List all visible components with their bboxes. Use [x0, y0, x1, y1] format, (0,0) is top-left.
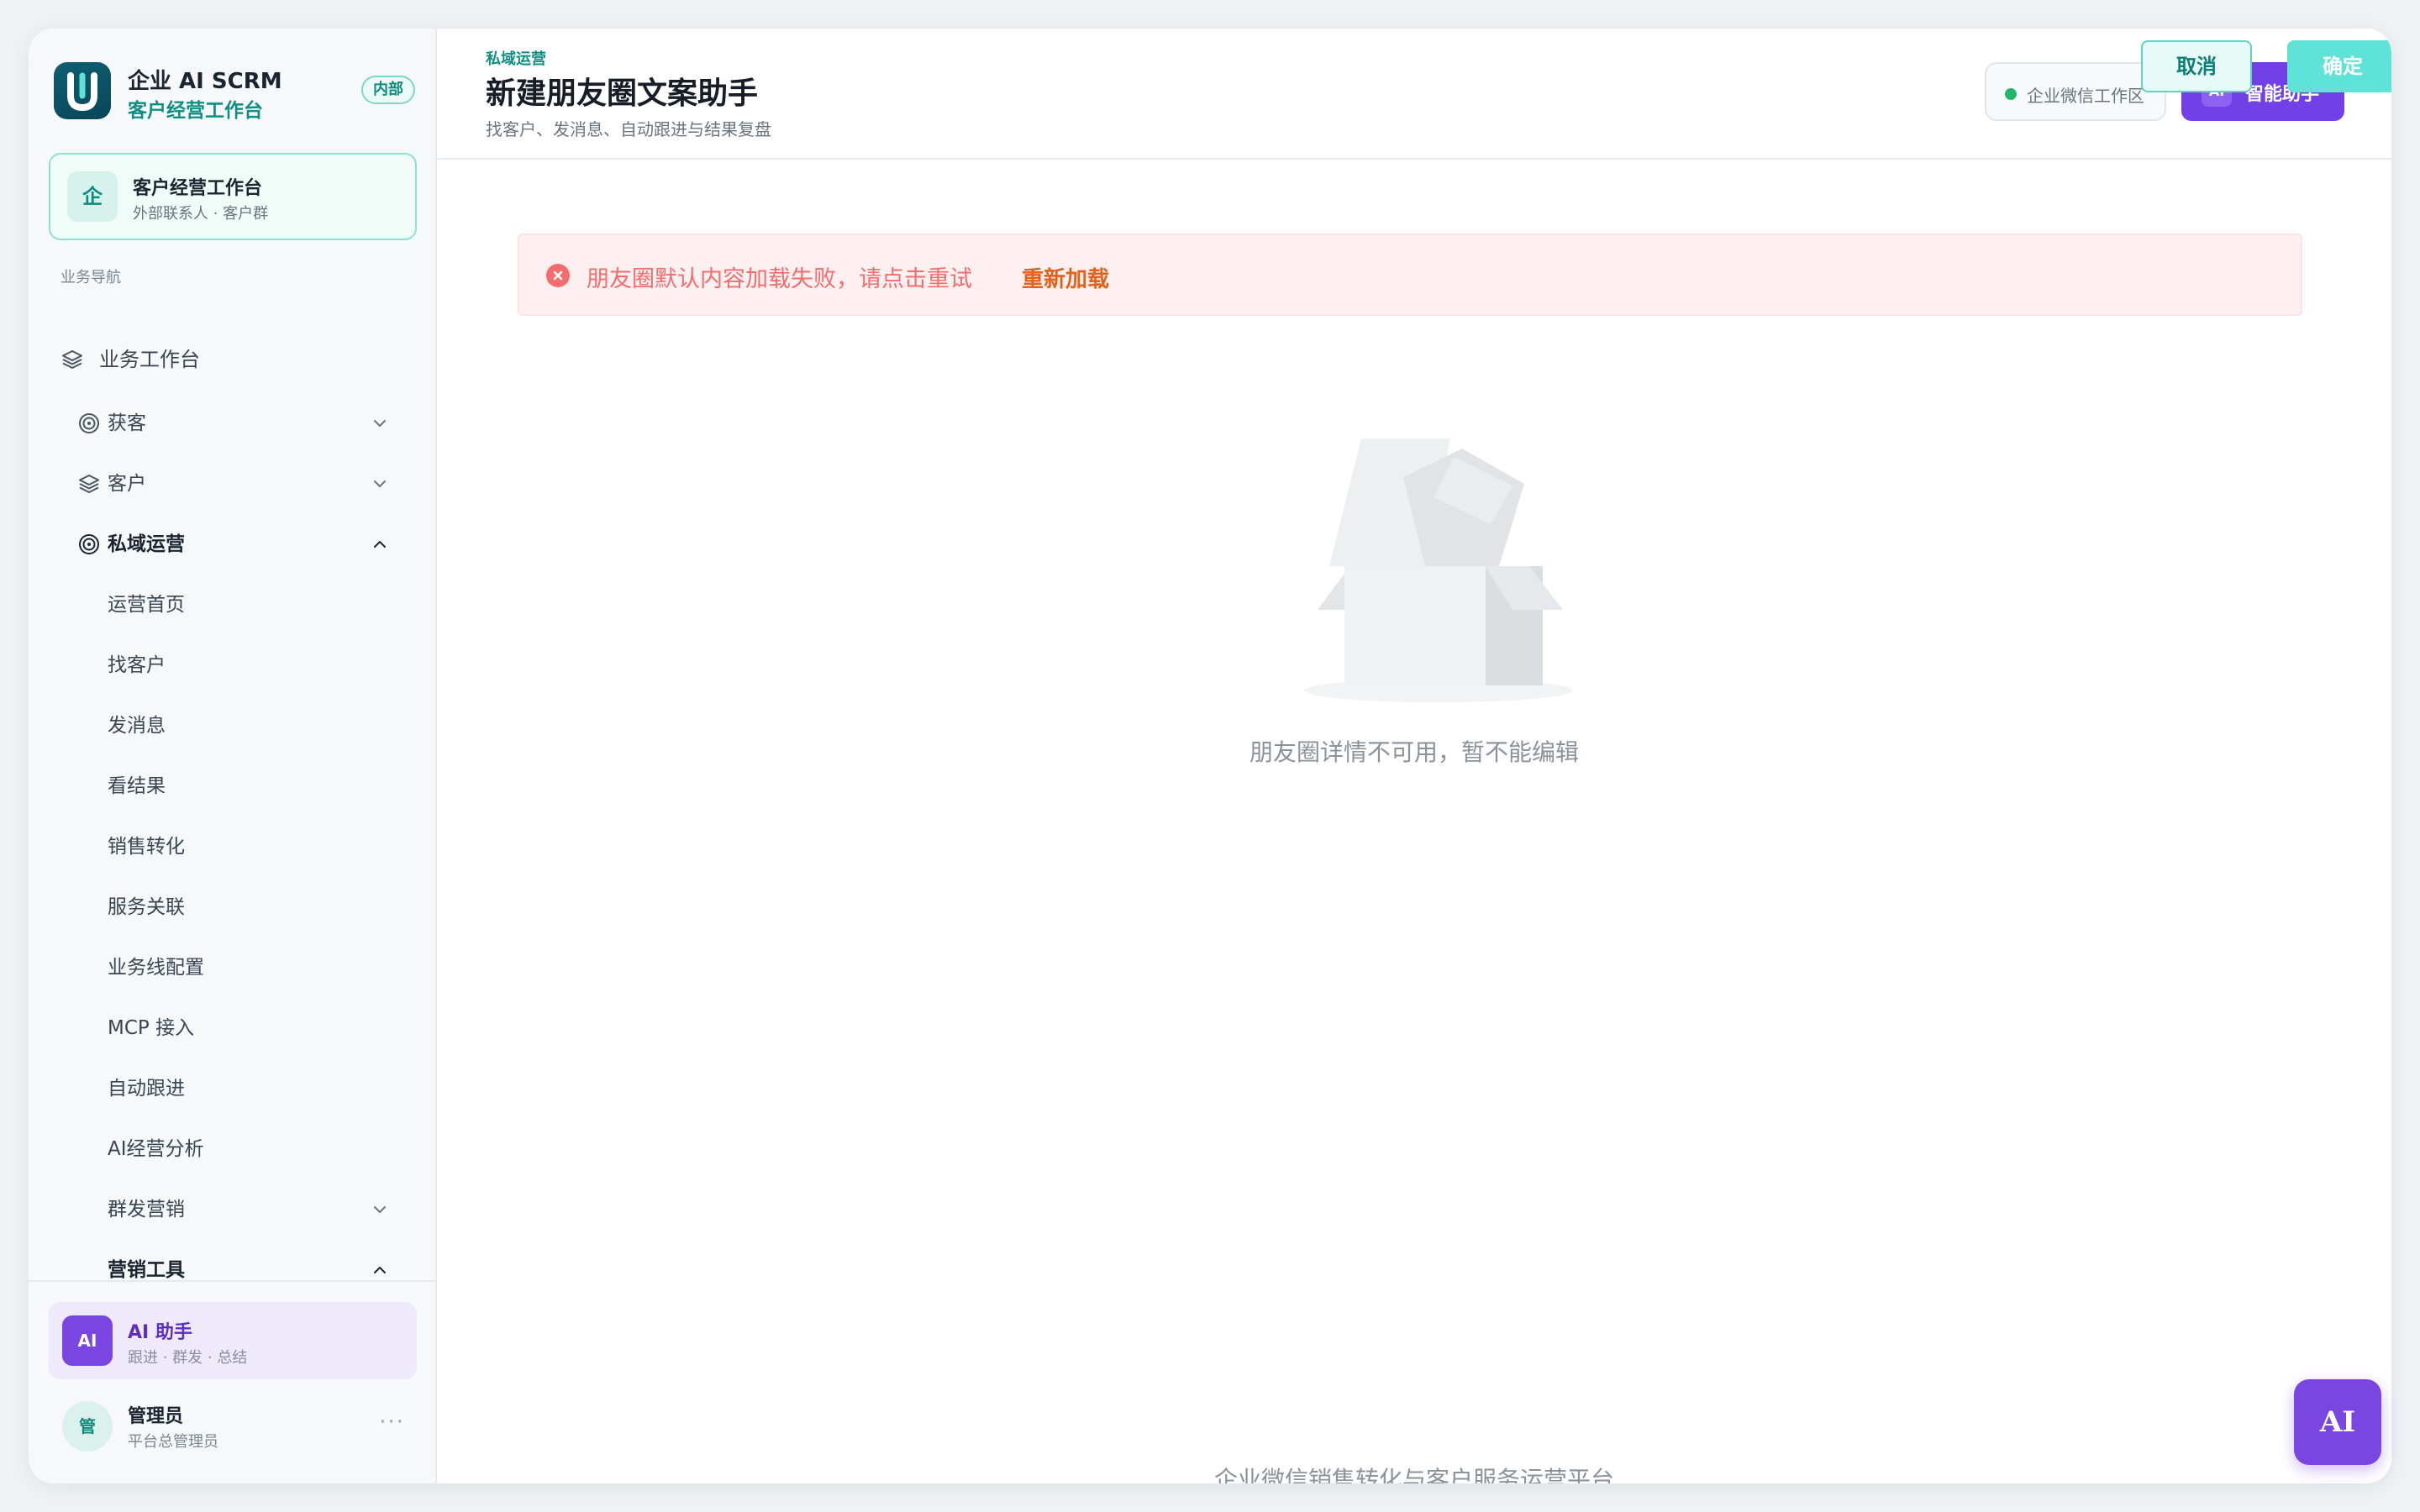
- internal-badge: 内部: [361, 76, 415, 104]
- sidebar-subitem-find-customer[interactable]: 找客户: [49, 638, 418, 692]
- sidebar-subitem-sales-conversion[interactable]: 销售转化: [49, 820, 418, 874]
- empty-box-illustration-icon: [1304, 438, 1573, 702]
- sidebar-subitem-mcp[interactable]: MCP 接入: [49, 1001, 418, 1055]
- sidebar-item-acquire[interactable]: 获客: [49, 396, 418, 450]
- sidebar-item-dashboard[interactable]: 业务工作台: [49, 333, 418, 386]
- status-dot-icon: [2005, 88, 2017, 100]
- avatar: 管: [62, 1401, 113, 1452]
- reload-link[interactable]: 重新加载: [1022, 262, 1109, 293]
- sidebar-subitem-label: 找客户: [108, 654, 166, 676]
- user-name: 管理员: [128, 1406, 184, 1427]
- page-subtitle: 找客户、发消息、自动跟进与结果复盘: [486, 119, 771, 139]
- chevron-down-icon: [374, 420, 386, 427]
- footer-text: 企业微信销售转化与客户服务运营平台: [1213, 1466, 1614, 1483]
- ai-assistant-card[interactable]: AI AI 助手 跟进 · 群发 · 总结: [49, 1302, 417, 1379]
- ai-assistant-title: AI 助手: [128, 1322, 192, 1343]
- chevron-down-icon: [374, 1206, 386, 1213]
- sidebar-subitem-label: 运营首页: [108, 594, 185, 616]
- target-icon: [79, 534, 99, 554]
- env-label: 企业微信工作区: [2027, 86, 2144, 106]
- cancel-button[interactable]: 取消: [2141, 40, 2252, 92]
- error-close-circle-icon: [546, 264, 570, 287]
- sidebar-subitem-view-results[interactable]: 看结果: [49, 759, 418, 813]
- sidebar-subitem-label: AI经营分析: [108, 1138, 204, 1160]
- target-icon: [79, 413, 99, 433]
- ai-floating-button[interactable]: AI: [2294, 1379, 2381, 1465]
- sidebar-subitem-label: 服务关联: [108, 896, 185, 918]
- sidebar-subitem-auto-follow[interactable]: 自动跟进: [49, 1062, 418, 1116]
- user-profile[interactable]: 管 管理员 平台总管理员 ···: [49, 1391, 417, 1462]
- sidebar-subitem-label: 业务线配置: [108, 957, 204, 979]
- breadcrumb[interactable]: 私域运营: [486, 47, 546, 69]
- user-role: 平台总管理员: [128, 1433, 218, 1451]
- sidebar-item-group-marketing[interactable]: 群发营销: [49, 1183, 418, 1236]
- sidebar-subitem-label: 自动跟进: [108, 1078, 185, 1100]
- sidebar-item-label: 营销工具: [108, 1259, 185, 1281]
- sidebar-item-marketing-tools[interactable]: 营销工具: [49, 1243, 418, 1297]
- chevron-down-icon: [374, 480, 386, 487]
- error-message: 朋友圈默认内容加载失败，请点击重试: [587, 266, 972, 292]
- sidebar-item-label: 获客: [108, 412, 146, 434]
- layers-icon: [79, 475, 99, 493]
- sidebar-subitem-service-link[interactable]: 服务关联: [49, 880, 418, 934]
- sidebar: 企业 AI SCRM 客户经营工作台 内部 企 客户经营工作台 外部联系人 · …: [29, 29, 437, 1483]
- page-header: 私域运营 新建朋友圈文案助手 找客户、发消息、自动跟进与结果复盘 企业微信工作区…: [437, 29, 2391, 160]
- ai-badge-icon: AI: [62, 1315, 113, 1366]
- brand-subtitle: 客户经营工作台: [128, 100, 263, 122]
- sidebar-item-label: 群发营销: [108, 1199, 185, 1221]
- workspace-card[interactable]: 企 客户经营工作台 外部联系人 · 客户群: [49, 153, 417, 240]
- layers-icon: [62, 350, 82, 369]
- sidebar-subitem-label: 销售转化: [108, 836, 185, 858]
- sidebar-item-label: 私域运营: [108, 533, 185, 555]
- empty-state-message: 朋友圈详情不可用，暂不能编辑: [1249, 738, 1579, 766]
- logo-u-icon: [67, 72, 97, 112]
- ai-assistant-subtitle: 跟进 · 群发 · 总结: [128, 1349, 248, 1367]
- sidebar-subitem-label: 发消息: [108, 715, 166, 737]
- sidebar-subitem-ops-home[interactable]: 运营首页: [49, 578, 418, 632]
- sidebar-subitem-send-message[interactable]: 发消息: [49, 699, 418, 753]
- brand[interactable]: 企业 AI SCRM 客户经营工作台 内部: [54, 62, 415, 122]
- page-title: 新建朋友圈文案助手: [486, 76, 759, 111]
- sidebar-item-customer[interactable]: 客户: [49, 457, 418, 511]
- workspace-subtitle: 外部联系人 · 客户群: [133, 205, 269, 223]
- brand-logo: [54, 62, 111, 119]
- nav-heading: 业务导航: [60, 269, 121, 286]
- workspace-title: 客户经营工作台: [133, 178, 263, 199]
- sidebar-subitem-label: 看结果: [108, 775, 166, 797]
- main-content: 私域运营 新建朋友圈文案助手 找客户、发消息、自动跟进与结果复盘 企业微信工作区…: [437, 29, 2391, 1483]
- sidebar-item-private-ops[interactable]: 私域运营: [49, 517, 418, 571]
- sidebar-subitem-business-config[interactable]: 业务线配置: [49, 941, 418, 995]
- sidebar-item-label: 业务工作台: [99, 348, 200, 371]
- confirm-button[interactable]: 确定: [2287, 40, 2391, 92]
- app-window: 企业 AI SCRM 客户经营工作台 内部 企 客户经营工作台 外部联系人 · …: [29, 29, 2391, 1483]
- workspace-icon: 企: [67, 171, 118, 222]
- chevron-up-icon: [374, 1267, 386, 1273]
- sidebar-item-label: 客户: [108, 473, 146, 495]
- chevron-up-icon: [374, 541, 386, 548]
- workspace-env-chip[interactable]: 企业微信工作区: [1985, 62, 2166, 121]
- sidebar-subitem-label: MCP 接入: [108, 1017, 195, 1039]
- sidebar-divider: [29, 1280, 435, 1282]
- brand-title: 企业 AI SCRM: [128, 69, 282, 94]
- error-alert: 朋友圈默认内容加载失败，请点击重试 重新加载: [518, 234, 2302, 316]
- sidebar-subitem-ai-analysis[interactable]: AI经营分析: [49, 1122, 418, 1176]
- more-options-icon[interactable]: ···: [379, 1410, 405, 1435]
